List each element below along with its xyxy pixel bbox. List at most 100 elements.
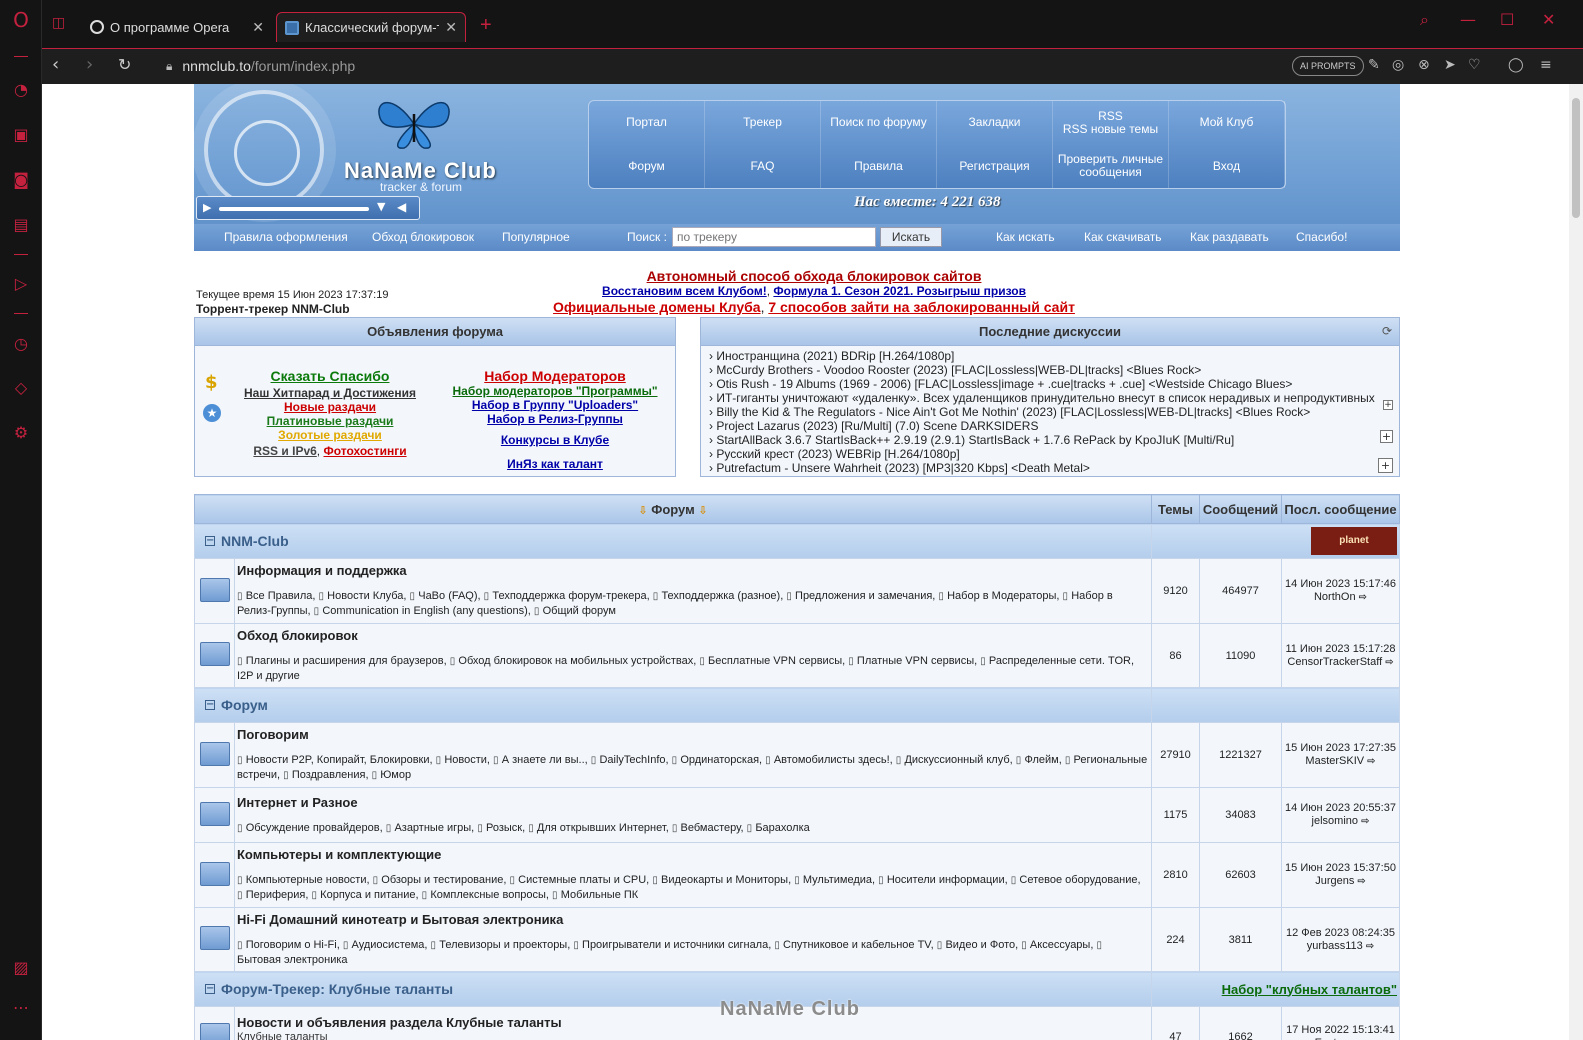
category-title[interactable]: Форум-Трекер: Клубные таланты <box>221 981 453 997</box>
menu-my-club[interactable]: Мой Клуб <box>1169 101 1285 145</box>
send-icon[interactable]: ➤ <box>1444 57 1456 73</box>
forum-title[interactable]: Hi-Fi Домашний кинотеатр и Бытовая элект… <box>237 912 1149 928</box>
gamepad-icon[interactable]: ◫ <box>52 14 65 31</box>
back-icon[interactable]: ‹ <box>52 54 59 75</box>
subforum-link[interactable]: Барахолка <box>747 822 810 834</box>
player-progress-bar[interactable] <box>219 207 369 211</box>
goto-post-icon[interactable]: ⇨ <box>1385 657 1393 668</box>
discussion-item[interactable]: Billy the Kid & The Regulators - Nice Ai… <box>709 405 1391 419</box>
subforum-link[interactable]: Поздравления, <box>283 769 368 781</box>
discussion-item[interactable]: Русский крест (2023) WEBRip [H.264/1080p… <box>709 447 1391 461</box>
subforum-link[interactable]: Аудиосистема, <box>343 939 428 951</box>
category-title[interactable]: Форум <box>221 697 268 713</box>
subforum-link[interactable]: Общий форум <box>534 605 616 617</box>
close-tab-icon[interactable]: ✕ <box>252 19 264 36</box>
player-icon[interactable]: ▷ <box>11 274 31 294</box>
subforum-link[interactable]: Техподдержка форум-трекера, <box>484 590 650 602</box>
search-button[interactable]: Искать <box>880 227 942 247</box>
contests-link[interactable]: Конкурсы в Клубе <box>443 426 667 447</box>
page-scrollbar[interactable] <box>1569 84 1583 1040</box>
promo-restore-link[interactable]: Восстановим всем Клубом! <box>602 284 767 298</box>
subforum-link[interactable]: Системные платы и CPU, <box>509 874 649 886</box>
planet-banner[interactable]: planet <box>1311 527 1397 555</box>
moderators-recruit-link[interactable]: Набор Модераторов <box>443 368 667 384</box>
subforum-link[interactable]: Автомобилисты здесь!, <box>765 754 893 766</box>
subforum-link[interactable]: Телевизоры и проекторы, <box>431 939 571 951</box>
collapse-icon[interactable]: − <box>205 984 215 994</box>
subforum-link[interactable]: Новости, <box>436 754 490 766</box>
reload-icon[interactable]: ↻ <box>118 55 131 74</box>
close-window-icon[interactable]: ✕ <box>1542 10 1555 29</box>
scrollbar-thumb[interactable] <box>1572 98 1580 218</box>
ai-prompts-button[interactable]: AI PROMPTS <box>1292 56 1364 76</box>
subforum-link[interactable]: Обход блокировок на мобильных устройства… <box>450 655 697 667</box>
subforum-link[interactable]: Спутниковое и кабельное TV, <box>774 939 933 951</box>
subforum-link[interactable]: Периферия, <box>237 889 308 901</box>
opera-logo-icon[interactable]: O <box>11 10 31 30</box>
forward-icon[interactable]: › <box>86 54 93 75</box>
last-post-user[interactable]: NorthOn <box>1314 591 1356 603</box>
goto-post-icon[interactable]: ⇨ <box>1359 592 1367 603</box>
subnav-how-to-download[interactable]: Как скачивать <box>1084 230 1162 244</box>
history-icon[interactable]: ◷ <box>11 334 31 354</box>
play-icon[interactable]: ▶ <box>203 201 211 214</box>
menu-icon[interactable]: ≡ <box>1540 57 1552 73</box>
subforum-link[interactable]: Компьютерные новости, <box>237 874 370 886</box>
forum-column-header[interactable]: ⇩ Форум ⇩ <box>194 494 1152 524</box>
chevron-down-icon[interactable]: ▼ <box>377 200 385 213</box>
last-post-user[interactable]: CensorTrackerStaff <box>1287 656 1382 668</box>
forum-title[interactable]: Компьютеры и комплектующие <box>237 847 1149 863</box>
goto-post-icon[interactable]: ⇨ <box>1367 756 1375 767</box>
subforum-link[interactable]: Набор в Модераторы, <box>938 590 1059 602</box>
forum-title[interactable]: Информация и поддержка <box>237 563 1149 579</box>
subforum-link[interactable]: Носители информации, <box>878 874 1008 886</box>
rss-ipv6-link[interactable]: RSS и IPv6 <box>253 444 316 458</box>
promo-7ways-link[interactable]: 7 способов зайти на заблокированный сайт <box>768 299 1075 315</box>
tab-nnm-club[interactable]: Классический форум-трек ✕ <box>276 12 466 42</box>
uploaders-link[interactable]: Набор в Группу "Uploaders" <box>443 398 667 412</box>
crypto-wallet-icon[interactable]: ▤ <box>11 215 31 235</box>
menu-rules[interactable]: Правила <box>821 144 937 188</box>
last-post-user[interactable]: MasterSKIV <box>1305 755 1364 767</box>
forum-title[interactable]: Обход блокировок <box>237 628 1149 644</box>
new-releases-link[interactable]: Новые раздачи <box>235 400 425 414</box>
menu-forum[interactable]: Форум <box>589 144 705 188</box>
subforum-link[interactable]: Communication in English (any questions)… <box>314 605 531 617</box>
discussion-item[interactable]: Project Lazarus (2023) [Ru/Multi] (7.0) … <box>709 419 1391 433</box>
subforum-link[interactable]: Обсуждение провайдеров, <box>237 822 383 834</box>
subnav-thanks[interactable]: Спасибо! <box>1296 230 1347 244</box>
photohosting-link[interactable]: Фотохостинги <box>323 444 406 458</box>
platinum-releases-link[interactable]: Платиновые раздачи <box>235 414 425 428</box>
forum-title[interactable]: Поговорим <box>237 727 1149 743</box>
camera-icon[interactable]: ◎ <box>1392 57 1404 73</box>
subforum-link[interactable]: Предложения и замечания, <box>786 590 935 602</box>
expand-icon[interactable]: + <box>1380 430 1393 443</box>
last-post-user[interactable]: Eastoop <box>1315 1037 1355 1040</box>
subforum-link[interactable]: Мультимедиа, <box>794 874 875 886</box>
close-tab-icon[interactable]: ✕ <box>445 19 457 36</box>
menu-bookmarks[interactable]: Закладки <box>937 101 1053 145</box>
forum-title[interactable]: Интернет и Разное <box>237 795 1149 811</box>
subnav-formatting-rules[interactable]: Правила оформления <box>224 230 348 244</box>
subforum-link[interactable]: Проигрыватели и источники сигнала, <box>573 939 771 951</box>
menu-register[interactable]: Регистрация <box>937 144 1053 188</box>
subforum-link[interactable]: Ординаторская, <box>672 754 762 766</box>
minimize-icon[interactable]: — <box>1460 10 1476 29</box>
subforum-link[interactable]: Видеокарты и Мониторы, <box>652 874 791 886</box>
menu-login[interactable]: Вход <box>1169 144 1285 188</box>
url-field[interactable]: 🔒︎ nnmclub.to/forum/index.php <box>144 52 1344 80</box>
subnav-how-to-search[interactable]: Как искать <box>996 230 1055 244</box>
subforum-link[interactable]: Дискуссионный клуб, <box>896 754 1013 766</box>
gallery-icon[interactable]: ▨ <box>11 958 31 978</box>
adblock-icon[interactable]: ⊗ <box>1418 57 1430 73</box>
subforum-link[interactable]: Юмор <box>372 769 411 781</box>
subforum-link[interactable]: Техподдержка (разное), <box>653 590 784 602</box>
subforum-link[interactable]: Для открывших Интернет, <box>528 822 669 834</box>
collapse-icon[interactable]: − <box>205 536 215 546</box>
discussion-item[interactable]: Otis Rush - 19 Albums (1969 - 2006) [FLA… <box>709 377 1391 391</box>
discussion-item[interactable]: ИТ-гиганты уничтожают «удаленку». Всех у… <box>709 391 1391 405</box>
last-post-user[interactable]: jelsomino <box>1312 815 1358 827</box>
promo-formula-link[interactable]: Формула 1. Сезон 2021. Розыгрыш призов <box>773 284 1026 298</box>
foreign-lang-link[interactable]: ИнЯз как талант <box>443 447 667 471</box>
menu-rss[interactable]: RSS RSS новые темы <box>1053 101 1169 145</box>
